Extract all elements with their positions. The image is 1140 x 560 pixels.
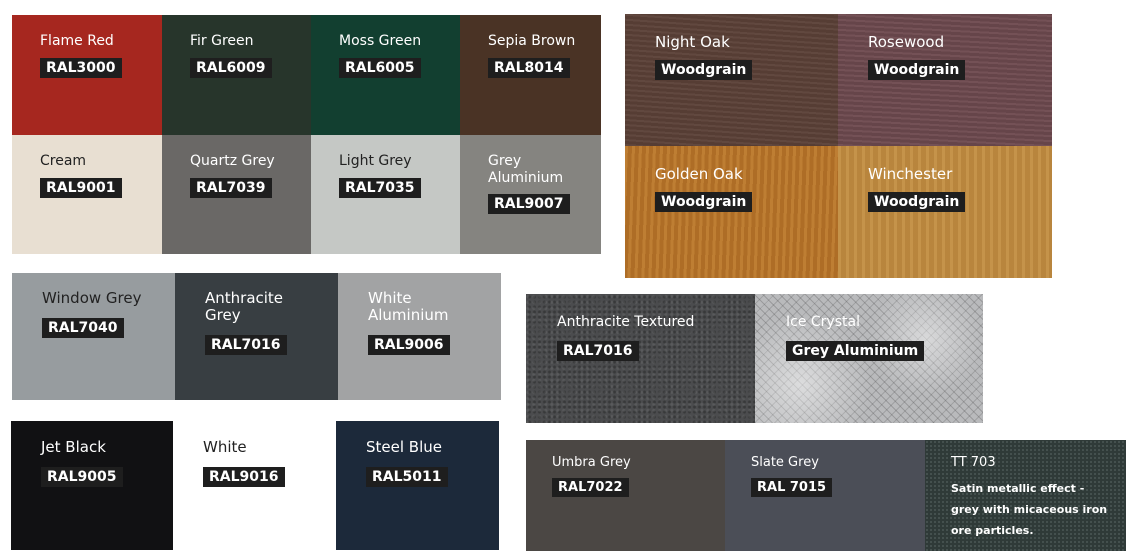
swatch-grey-aluminium: Grey Aluminium RAL9007 xyxy=(460,135,601,254)
swatch-grid-woodgrain: Night Oak Woodgrain Rosewood Woodgrain G… xyxy=(625,14,1052,278)
ral-code-badge: RAL9016 xyxy=(203,467,285,487)
ral-code-badge: RAL8014 xyxy=(488,58,570,78)
swatch-name: Grey Aluminium xyxy=(488,153,564,186)
ral-code-badge: RAL7022 xyxy=(552,478,629,497)
swatch-umbra-grey: Umbra Grey RAL7022 xyxy=(526,440,725,551)
swatch-window-grey: Window Grey RAL7040 xyxy=(12,273,175,400)
ral-code-badge: RAL9005 xyxy=(41,467,123,487)
swatch-anthracite-textured: Anthracite Textured RAL7016 xyxy=(526,294,755,423)
swatch-name: Anthracite Grey xyxy=(205,289,284,324)
swatch-name: Moss Green xyxy=(339,33,422,49)
finish-badge: Grey Aluminium xyxy=(786,341,925,361)
swatch-name: Fir Green xyxy=(190,33,254,49)
ral-code-badge: RAL7016 xyxy=(205,335,287,355)
ral-code-badge: RAL9007 xyxy=(488,194,570,214)
ral-code-badge: RAL7016 xyxy=(557,341,639,361)
swatch-flame-red: Flame Red RAL3000 xyxy=(12,15,162,135)
swatch-name: TT 703 xyxy=(951,455,996,470)
swatch-moss-green: Moss Green RAL6005 xyxy=(311,15,460,135)
swatch-jet-black: Jet Black RAL9005 xyxy=(11,421,173,550)
swatch-name: Light Grey xyxy=(339,153,412,169)
ral-code-badge: RAL9001 xyxy=(40,178,122,198)
swatch-light-grey: Light Grey RAL7035 xyxy=(311,135,460,254)
swatch-name: Night Oak xyxy=(655,33,730,51)
swatch-name: Anthracite Textured xyxy=(557,314,695,330)
finish-badge: Woodgrain xyxy=(868,60,966,80)
swatch-grid-solid-top: Flame Red RAL3000 Fir Green RAL6009 Moss… xyxy=(12,15,601,254)
ral-code-badge: RAL7035 xyxy=(339,178,421,198)
swatch-winchester: Winchester Woodgrain xyxy=(838,146,1052,278)
swatch-slate-grey: Slate Grey RAL 7015 xyxy=(725,440,925,551)
swatch-grid-solid-middle: Window Grey RAL7040 Anthracite Grey RAL7… xyxy=(12,273,501,400)
ral-code-badge: RAL7039 xyxy=(190,178,272,198)
swatch-golden-oak: Golden Oak Woodgrain xyxy=(625,146,838,278)
ral-code-badge: RAL5011 xyxy=(366,467,448,487)
swatch-name: Window Grey xyxy=(42,289,142,307)
swatch-rosewood: Rosewood Woodgrain xyxy=(838,14,1052,146)
ral-code-badge: RAL3000 xyxy=(40,58,122,78)
ral-code-badge: RAL6009 xyxy=(190,58,272,78)
swatch-name: Flame Red xyxy=(40,33,114,49)
swatch-name: Cream xyxy=(40,153,87,169)
swatch-name: Jet Black xyxy=(41,438,106,456)
swatch-name: White xyxy=(203,438,247,456)
swatch-name: Steel Blue xyxy=(366,438,442,456)
swatch-name: Ice Crystal xyxy=(786,314,860,330)
finish-badge: Woodgrain xyxy=(655,60,753,80)
swatch-name: Rosewood xyxy=(868,33,945,51)
swatch-name: Umbra Grey xyxy=(552,455,631,470)
swatch-grid-solid-bottom: Jet Black RAL9005 White RAL9016 Steel Bl… xyxy=(11,421,499,550)
swatch-description: Satin metallic effect - grey with micace… xyxy=(951,482,1108,537)
finish-badge: Woodgrain xyxy=(868,192,966,212)
ral-code-badge: RAL9006 xyxy=(368,335,450,355)
swatch-name: Quartz Grey xyxy=(190,153,275,169)
ral-code-badge: RAL 7015 xyxy=(751,478,833,497)
swatch-white-aluminium: White Aluminium RAL9006 xyxy=(338,273,501,400)
swatch-grid-textured: Anthracite Textured RAL7016 Ice Crystal … xyxy=(526,294,983,423)
swatch-cream: Cream RAL9001 xyxy=(12,135,162,254)
swatch-white: White RAL9016 xyxy=(173,421,336,550)
swatch-tt-703: TT 703 Satin metallic effect - grey with… xyxy=(925,440,1126,551)
swatch-name: Sepia Brown xyxy=(488,33,576,49)
swatch-fir-green: Fir Green RAL6009 xyxy=(162,15,311,135)
ral-code-badge: RAL6005 xyxy=(339,58,421,78)
swatch-ice-crystal: Ice Crystal Grey Aluminium xyxy=(755,294,983,423)
swatch-name: Golden Oak xyxy=(655,165,743,183)
swatch-quartz-grey: Quartz Grey RAL7039 xyxy=(162,135,311,254)
swatch-name: White Aluminium xyxy=(368,289,449,324)
ral-code-badge: RAL7040 xyxy=(42,318,124,338)
swatch-steel-blue: Steel Blue RAL5011 xyxy=(336,421,499,550)
finish-badge: Woodgrain xyxy=(655,192,753,212)
swatch-grid-metallic: Umbra Grey RAL7022 Slate Grey RAL 7015 T… xyxy=(526,440,1126,551)
swatch-sepia-brown: Sepia Brown RAL8014 xyxy=(460,15,601,135)
swatch-night-oak: Night Oak Woodgrain xyxy=(625,14,838,146)
swatch-name: Slate Grey xyxy=(751,455,819,470)
swatch-name: Winchester xyxy=(868,165,953,183)
swatch-anthracite-grey: Anthracite Grey RAL7016 xyxy=(175,273,338,400)
